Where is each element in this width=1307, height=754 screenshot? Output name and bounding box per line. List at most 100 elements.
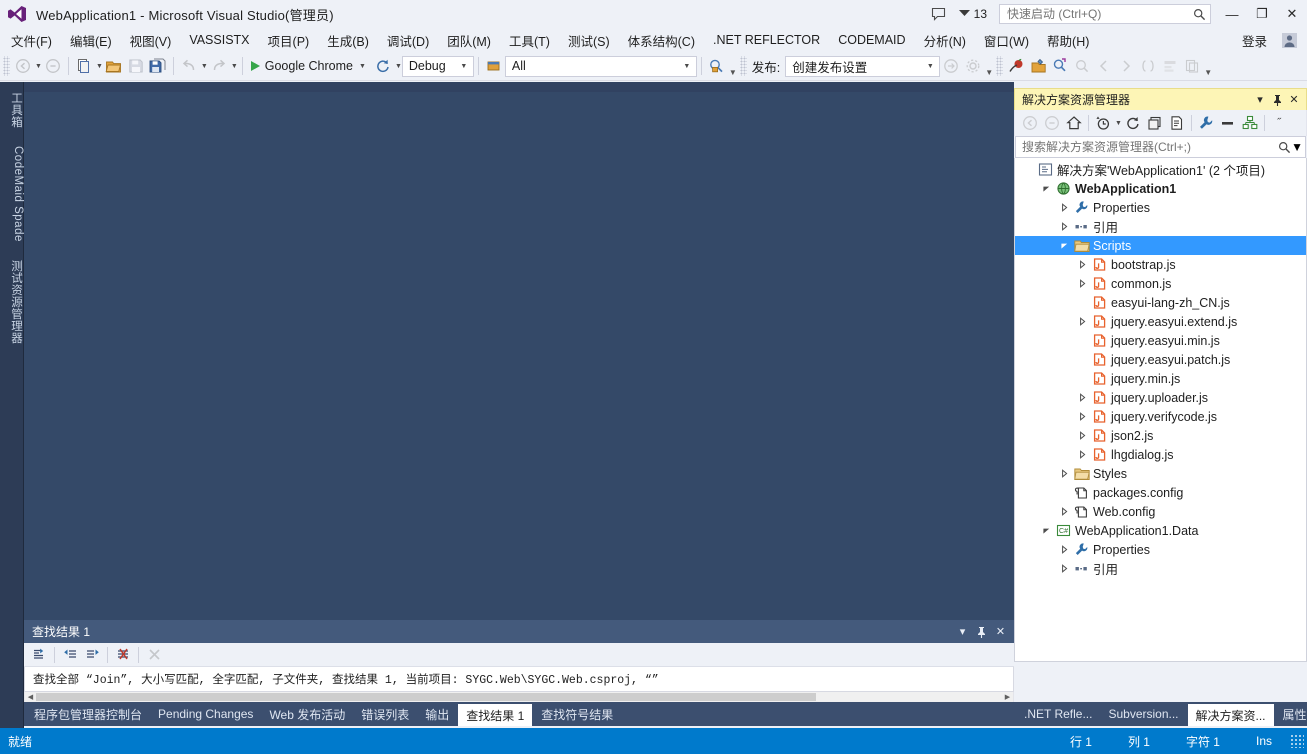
sidebar-tab-test-explorer[interactable]: 测试资源管理器 bbox=[0, 252, 24, 352]
view-class-diagram-icon[interactable] bbox=[1239, 113, 1261, 134]
navigate-forward-icon[interactable] bbox=[1041, 113, 1063, 134]
menu-window[interactable]: 窗口(W) bbox=[975, 28, 1038, 53]
find-results-output[interactable]: 查找全部 “Join”, 大小写匹配, 全字匹配, 子文件夹, 查找结果 1, … bbox=[24, 667, 1014, 692]
scroll-right-icon[interactable]: ▶ bbox=[1002, 693, 1013, 701]
close-icon[interactable]: ✕ bbox=[992, 623, 1009, 641]
tree-item[interactable]: C# WebApplication1.Data bbox=[1015, 521, 1306, 540]
new-project-icon[interactable] bbox=[73, 55, 95, 77]
new-project-dropdown-icon[interactable]: ▼ bbox=[96, 63, 103, 70]
tree-item[interactable]: 引用 bbox=[1015, 217, 1306, 236]
chevron-right-icon[interactable] bbox=[1057, 203, 1072, 212]
chevron-down-icon[interactable]: ▾ bbox=[1252, 91, 1268, 109]
tree-item[interactable]: Properties bbox=[1015, 540, 1306, 559]
menu-project[interactable]: 项目(P) bbox=[259, 28, 319, 53]
save-icon[interactable] bbox=[125, 55, 147, 77]
sign-in-button[interactable]: 登录 bbox=[1232, 28, 1277, 53]
tree-item[interactable]: lhgdialog.js bbox=[1015, 445, 1306, 464]
go-to-location-icon[interactable] bbox=[28, 645, 50, 665]
vassistx-icon[interactable] bbox=[1049, 55, 1071, 77]
menu-architecture[interactable]: 体系结构(C) bbox=[619, 28, 704, 53]
tree-item[interactable]: jquery.min.js bbox=[1015, 369, 1306, 388]
menu-test[interactable]: 测试(S) bbox=[559, 28, 619, 53]
properties-wrench-icon[interactable] bbox=[1195, 113, 1217, 134]
home-icon[interactable] bbox=[1063, 113, 1085, 134]
show-all-files-icon[interactable] bbox=[1166, 113, 1188, 134]
menu-codemaid[interactable]: CODEMAID bbox=[829, 30, 914, 50]
menu-build[interactable]: 生成(B) bbox=[318, 28, 378, 53]
platform-target-icon[interactable] bbox=[483, 55, 505, 77]
publish-settings-gear-icon[interactable] bbox=[962, 55, 984, 77]
tree-item[interactable]: bootstrap.js bbox=[1015, 255, 1306, 274]
scrollbar-thumb[interactable] bbox=[36, 693, 816, 701]
tab-web-publish-activity[interactable]: Web 发布活动 bbox=[261, 702, 353, 726]
tab-find-results-1[interactable]: 查找结果 1 bbox=[458, 704, 533, 726]
quick-launch-box[interactable] bbox=[999, 4, 1211, 24]
toolbar-overflow-icon[interactable]: ▼ bbox=[1204, 68, 1212, 80]
chevron-down-icon[interactable] bbox=[1057, 241, 1072, 250]
chevron-down-icon[interactable]: ▼ bbox=[680, 63, 694, 70]
refactor-icon[interactable] bbox=[1159, 55, 1181, 77]
solution-explorer-search[interactable]: ▼ bbox=[1015, 136, 1306, 158]
toolbar-grip[interactable] bbox=[996, 56, 1004, 76]
toolbar-overflow-icon[interactable]: ▼ bbox=[985, 68, 993, 80]
goto-next-icon[interactable] bbox=[1115, 55, 1137, 77]
menu-debug[interactable]: 调试(D) bbox=[378, 28, 438, 53]
chevron-right-icon[interactable] bbox=[1075, 317, 1090, 326]
publish-profile-combo[interactable]: 创建发布设置 ▼ bbox=[785, 55, 941, 77]
tree-item[interactable]: jquery.verifycode.js bbox=[1015, 407, 1306, 426]
refresh-browser-icon[interactable] bbox=[372, 55, 394, 77]
tree-item[interactable]: jquery.easyui.extend.js bbox=[1015, 312, 1306, 331]
menu-file[interactable]: 文件(F) bbox=[2, 28, 61, 53]
user-account-icon[interactable] bbox=[1277, 29, 1301, 51]
back-dropdown-icon[interactable]: ▼ bbox=[35, 63, 42, 70]
chevron-down-icon[interactable]: ▼ bbox=[1115, 120, 1122, 127]
navigate-forward-icon[interactable] bbox=[42, 55, 64, 77]
undo-icon[interactable] bbox=[178, 55, 200, 77]
refresh-icon[interactable] bbox=[1122, 113, 1144, 134]
publish-run-icon[interactable] bbox=[940, 55, 962, 77]
notification-button[interactable]: 13 bbox=[952, 0, 993, 28]
chevron-down-icon[interactable]: ▼ bbox=[923, 63, 937, 70]
chevron-down-icon[interactable]: ▼ bbox=[1291, 140, 1303, 154]
find-in-files-icon[interactable] bbox=[706, 55, 728, 77]
codemaid-icon[interactable] bbox=[1027, 55, 1049, 77]
menu-edit[interactable]: 编辑(E) bbox=[61, 28, 121, 53]
next-location-icon[interactable] bbox=[81, 645, 103, 665]
pending-changes-clock-icon[interactable] bbox=[1092, 113, 1114, 134]
tab-find-symbol-results[interactable]: 查找符号结果 bbox=[533, 702, 621, 726]
tree-item[interactable]: Web.config bbox=[1015, 502, 1306, 521]
tab-package-manager-console[interactable]: 程序包管理器控制台 bbox=[26, 702, 150, 726]
refresh-dropdown-icon[interactable]: ▼ bbox=[395, 63, 402, 70]
chevron-right-icon[interactable] bbox=[1057, 469, 1072, 478]
tree-item[interactable]: Scripts bbox=[1015, 236, 1306, 255]
tree-item[interactable]: Properties bbox=[1015, 198, 1306, 217]
redo-icon[interactable] bbox=[208, 55, 230, 77]
tab-error-list[interactable]: 错误列表 bbox=[353, 702, 417, 726]
minimize-button[interactable]: — bbox=[1217, 0, 1247, 28]
tree-item[interactable]: 引用 bbox=[1015, 559, 1306, 578]
toolbar-overflow-icon[interactable]: ▼ bbox=[729, 68, 737, 80]
chevron-right-icon[interactable] bbox=[1075, 450, 1090, 459]
menu-help[interactable]: 帮助(H) bbox=[1038, 28, 1098, 53]
tree-item[interactable]: 解决方案'WebApplication1' (2 个项目) bbox=[1015, 160, 1306, 179]
tree-item[interactable]: easyui-lang-zh_CN.js bbox=[1015, 293, 1306, 312]
chevron-right-icon[interactable] bbox=[1075, 260, 1090, 269]
goto-prev-icon[interactable] bbox=[1093, 55, 1115, 77]
chevron-right-icon[interactable] bbox=[1057, 222, 1072, 231]
tree-item[interactable]: common.js bbox=[1015, 274, 1306, 293]
chevron-down-icon[interactable] bbox=[1039, 526, 1054, 535]
chevron-right-icon[interactable] bbox=[1075, 431, 1090, 440]
configuration-combo[interactable]: Debug ▼ bbox=[401, 55, 474, 77]
chevron-down-icon[interactable]: ▼ bbox=[457, 63, 471, 70]
chevron-right-icon[interactable] bbox=[1057, 564, 1072, 573]
document-well[interactable] bbox=[24, 82, 1014, 620]
tree-item[interactable]: Styles bbox=[1015, 464, 1306, 483]
tab-pending-changes[interactable]: Pending Changes bbox=[150, 702, 261, 726]
feedback-smiley-icon[interactable] bbox=[926, 0, 952, 28]
save-all-icon[interactable] bbox=[147, 55, 169, 77]
navigate-back-icon[interactable] bbox=[12, 55, 34, 77]
start-debug-dropdown-icon[interactable]: ▼ bbox=[359, 63, 366, 70]
reflector-icon[interactable] bbox=[1005, 55, 1027, 77]
paste-icon[interactable] bbox=[1181, 55, 1203, 77]
tree-item[interactable]: jquery.easyui.patch.js bbox=[1015, 350, 1306, 369]
